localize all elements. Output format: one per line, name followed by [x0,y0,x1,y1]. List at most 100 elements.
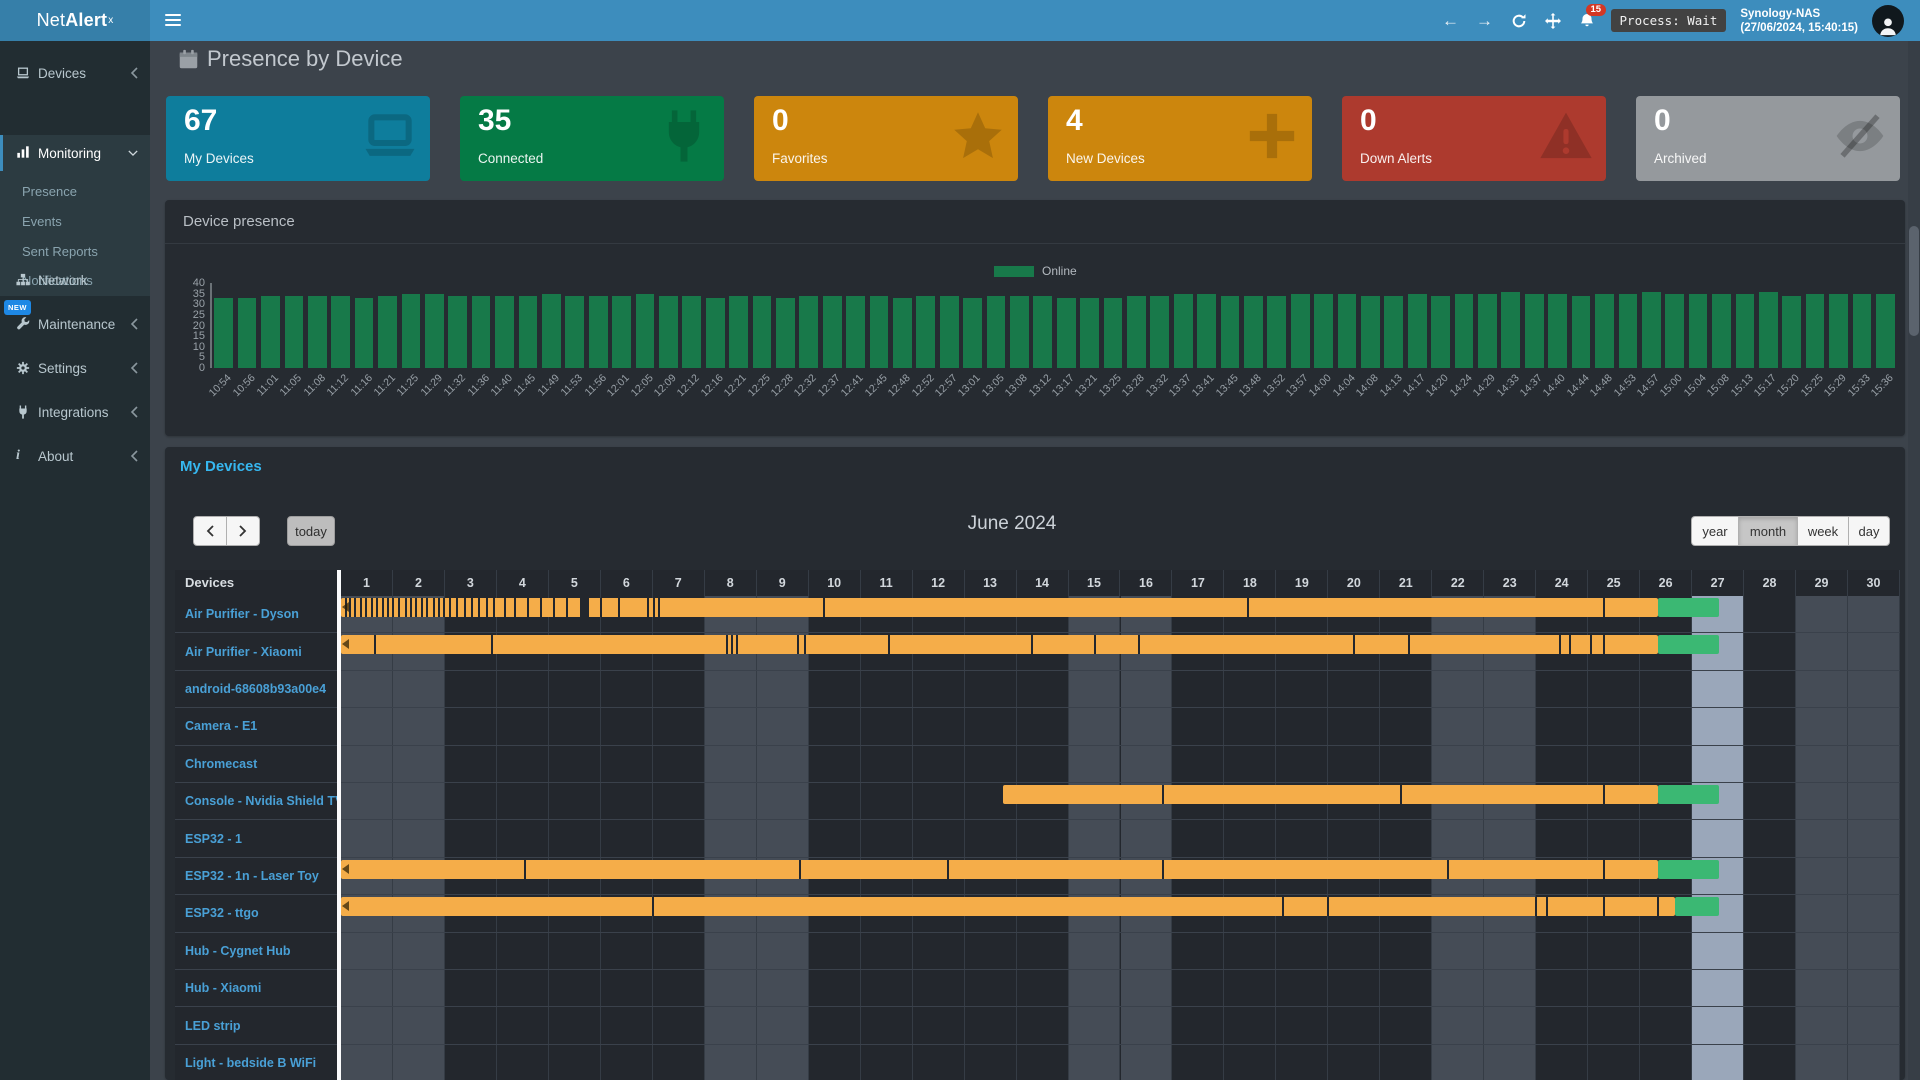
device-row: Hub - Cygnet Hub [175,933,1900,970]
top-bar: NetAlertx ← → 15 Process: Wait Synology-… [0,0,1920,41]
device-name-link[interactable]: Light - bedside B WiFi [175,1045,337,1080]
day-cell [1640,708,1692,744]
move-arrows-icon[interactable] [1543,11,1563,31]
day-cell [1380,671,1432,707]
day-cell [705,933,757,969]
presence-bar-online[interactable] [341,860,1658,879]
presence-bar-online-now[interactable] [1658,635,1719,654]
stat-card-archived[interactable]: 0 Archived [1636,96,1900,181]
x-tick-label: 12:48 [886,372,913,399]
chart-bar [1080,298,1099,368]
device-name-link[interactable]: Console - Nvidia Shield TV [175,783,337,819]
y-tick-label: 10 [165,342,205,353]
day-cell [913,1007,965,1043]
offline-gap [365,598,367,617]
day-cell [809,783,861,819]
day-header: 18 [1224,570,1276,596]
page-scrollbar-track[interactable] [1908,41,1920,1080]
device-name-link[interactable]: android-68608b93a00e4 [175,671,337,707]
brand-sup: x [108,15,113,26]
presence-bar-online-now[interactable] [1658,598,1719,617]
view-month-button[interactable]: month [1738,516,1797,546]
day-cell [861,1007,913,1043]
sidebar-item-events[interactable]: Events [0,207,150,236]
chart-bar [1197,294,1216,368]
day-cell [861,820,913,856]
day-cell [549,746,601,782]
user-avatar[interactable] [1872,5,1904,37]
devices-column-header: Devices [175,570,337,596]
day-cell [757,820,809,856]
x-tick-label: 14:48 [1588,372,1615,399]
device-name-link[interactable]: ESP32 - ttgo [175,895,337,931]
presence-bar-online-now[interactable] [1658,860,1719,879]
day-cell [1017,933,1069,969]
view-year-button[interactable]: year [1691,516,1738,546]
chart-bar [682,296,701,368]
chart-bar [378,296,397,368]
sidebar-item-devices[interactable]: Devices [0,58,150,88]
forward-arrow-icon[interactable]: → [1475,11,1495,31]
day-cell [653,671,705,707]
sidebar-item-about[interactable]: i About [0,441,150,471]
offline-gap [374,635,376,654]
presence-bar-online[interactable] [341,897,1675,916]
chart-icon [16,145,38,162]
presence-bar-online-now[interactable] [1675,897,1719,916]
presence-bar-online[interactable] [1003,785,1658,804]
device-name-link[interactable]: Air Purifier - Dyson [175,596,337,632]
page-scrollbar-thumb[interactable] [1909,226,1919,336]
sidebar-item-settings[interactable]: Settings [0,353,150,383]
device-name-link[interactable]: Chromecast [175,746,337,782]
day-header: 15 [1069,570,1121,596]
device-name-link[interactable]: Hub - Xiaomi [175,970,337,1006]
chart-bar [1033,296,1052,368]
calendar-prev-button[interactable] [193,516,227,546]
stat-card-connected[interactable]: 35 Connected [460,96,724,181]
sidebar-item-monitoring[interactable]: Monitoring [0,135,150,171]
presence-bar-online[interactable] [341,598,1658,617]
day-cell [445,708,497,744]
chart-bar [1548,294,1567,368]
chart-bar [1712,294,1731,368]
day-cell [1432,746,1484,782]
today-column-cell [1692,746,1744,782]
offline-gap [1603,897,1605,916]
device-name-link[interactable]: ESP32 - 1 [175,820,337,856]
view-week-button[interactable]: week [1797,516,1848,546]
sidebar-item-network[interactable]: Network [0,265,150,295]
bell-icon[interactable]: 15 [1577,11,1597,31]
device-name-link[interactable]: LED strip [175,1007,337,1043]
presence-bar-online-now[interactable] [1658,785,1719,804]
day-cell [1121,708,1173,744]
today-column-cell [1692,820,1744,856]
back-arrow-icon[interactable]: ← [1441,11,1461,31]
day-cell [861,1045,913,1080]
device-name-link[interactable]: ESP32 - 1n - Laser Toy [175,858,337,894]
stat-card-favorites[interactable]: 0 Favorites [754,96,1018,181]
calendar-today-button[interactable]: today [287,516,335,546]
calendar-next-button[interactable] [226,516,260,546]
device-name-link[interactable]: Air Purifier - Xiaomi [175,633,337,669]
sidebar-item-integrations[interactable]: Integrations [0,397,150,427]
day-cell [393,708,445,744]
offline-gap [1162,860,1164,879]
stat-card-new-devices[interactable]: 4 New Devices [1048,96,1312,181]
sidebar-item-sent-reports[interactable]: Sent Reports [0,237,150,266]
device-name-link[interactable]: Hub - Cygnet Hub [175,933,337,969]
day-cell [757,1007,809,1043]
day-cell [653,820,705,856]
stat-card-my-devices[interactable]: 67 My Devices [166,96,430,181]
day-cell [757,708,809,744]
refresh-icon[interactable] [1509,11,1529,31]
app-logo[interactable]: NetAlertx [0,0,150,41]
sidebar: Devices Monitoring Presence Events Sent … [0,41,150,1080]
column-resizer-handle[interactable] [337,570,341,1080]
device-name-link[interactable]: Camera - E1 [175,708,337,744]
chart-bar [1642,292,1661,369]
hamburger-icon[interactable] [165,11,185,29]
stat-card-down-alerts[interactable]: 0 Down Alerts [1342,96,1606,181]
presence-bar-online[interactable] [341,635,1658,654]
sidebar-item-presence[interactable]: Presence [0,177,150,206]
view-day-button[interactable]: day [1848,516,1890,546]
